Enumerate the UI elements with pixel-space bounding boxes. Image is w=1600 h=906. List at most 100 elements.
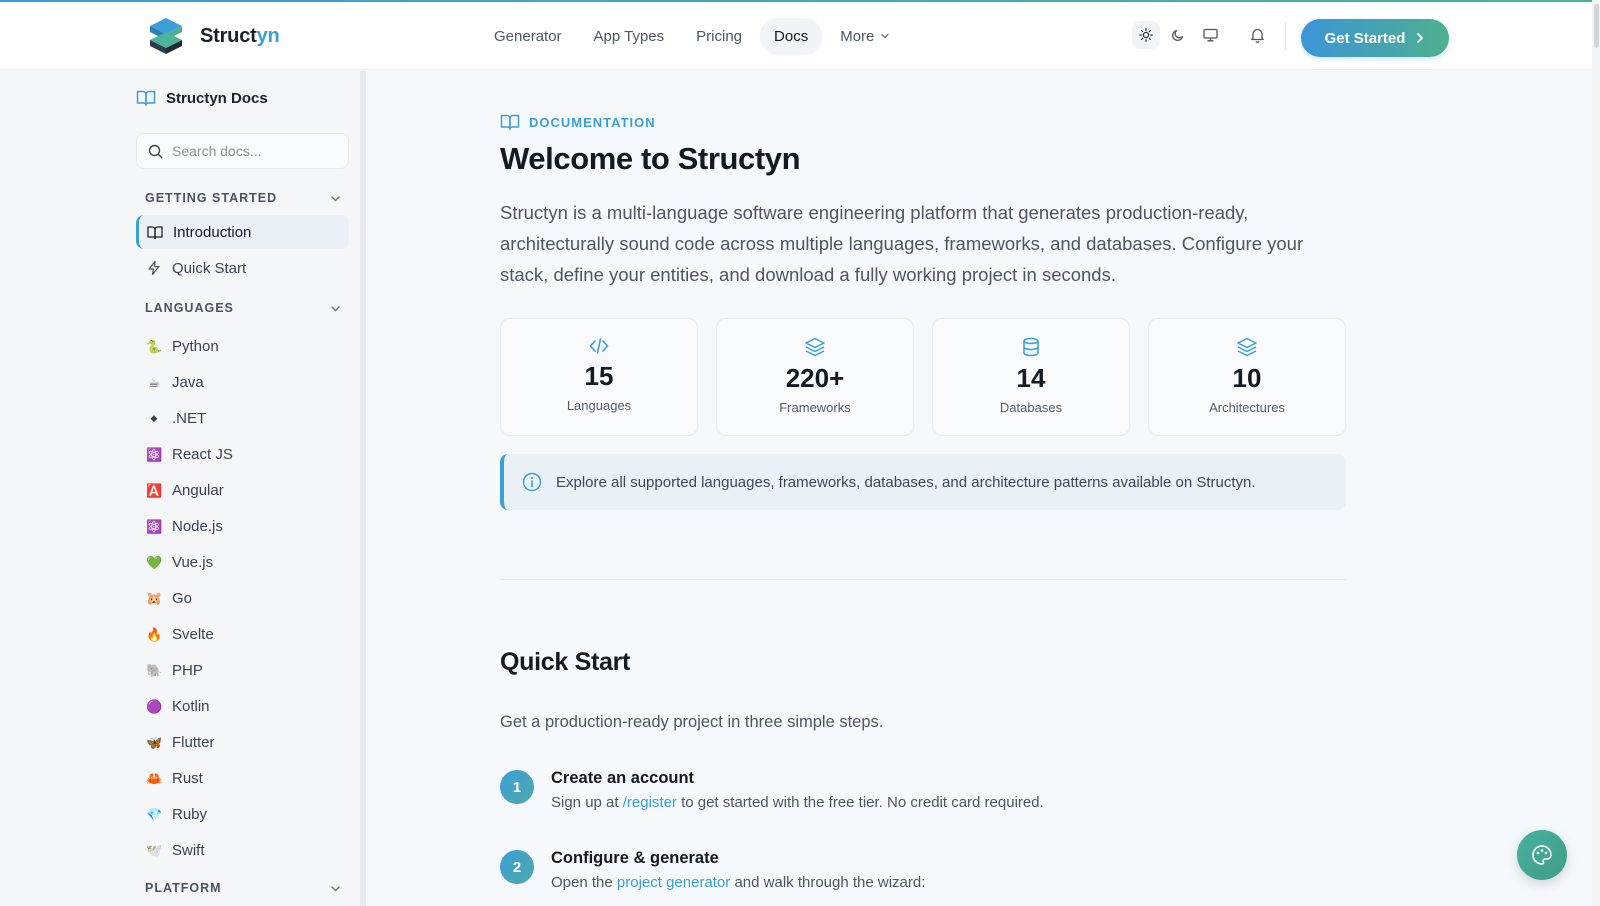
nav-more-dropdown[interactable]: More	[826, 18, 904, 54]
theme-palette-button[interactable]	[1517, 830, 1567, 880]
sidebar-item-vuejs[interactable]: 💚 Vue.js	[136, 545, 349, 579]
book-icon	[147, 225, 163, 239]
sidebar-item-introduction[interactable]: Introduction	[136, 215, 349, 249]
code-icon	[589, 338, 609, 354]
step-title: Create an account	[551, 769, 695, 787]
page-title: Welcome to Structyn	[500, 141, 801, 176]
bell-icon	[1250, 28, 1264, 43]
nav-app-types[interactable]: App Types	[580, 18, 679, 54]
page-eyebrow: DOCUMENTATION	[500, 113, 656, 131]
layers-icon	[1237, 337, 1257, 357]
book-open-icon	[136, 90, 156, 106]
system-theme-button[interactable]	[1196, 21, 1224, 49]
structyn-logo-icon	[150, 18, 182, 54]
sidebar-item-svelte[interactable]: 🔥 Svelte	[136, 617, 349, 651]
brand[interactable]: Structyn	[146, 16, 280, 56]
dotnet-icon: ◆	[150, 412, 158, 423]
nav-generator[interactable]: Generator	[480, 18, 576, 54]
rust-icon: 🦀	[146, 770, 163, 786]
theme-switcher	[1132, 21, 1224, 49]
step-number-badge: 2	[500, 850, 534, 884]
stats-grid: 15 Languages 220+ Frameworks 14 Database…	[500, 318, 1346, 436]
section-getting-started[interactable]: GETTING STARTED	[145, 191, 341, 205]
sidebar-item-java[interactable]: ☕ Java	[136, 365, 349, 399]
docs-content: DOCUMENTATION Welcome to Structyn Struct…	[366, 71, 1592, 906]
notifications-button[interactable]	[1243, 21, 1271, 49]
top-navbar: Structyn Generator App Types Pricing Doc…	[0, 2, 1592, 70]
java-icon: ☕	[148, 374, 160, 390]
page-scrollbar-thumb[interactable]	[1594, 4, 1599, 48]
get-started-button[interactable]: Get Started	[1301, 19, 1449, 57]
quick-start-subtitle: Get a production-ready project in three …	[500, 713, 884, 731]
go-icon: 🐹	[146, 590, 163, 606]
stat-card-frameworks: 220+ Frameworks	[716, 318, 914, 436]
python-icon: 🐍	[146, 338, 163, 354]
navbar-divider	[1285, 22, 1286, 50]
ruby-icon: 💎	[146, 806, 163, 822]
info-callout: Explore all supported languages, framewo…	[500, 454, 1346, 510]
sidebar-item-ruby[interactable]: 💎 Ruby	[136, 797, 349, 831]
sidebar-item-python[interactable]: 🐍 Python	[136, 329, 349, 363]
chevron-right-icon	[1417, 33, 1424, 43]
page-lead: Structyn is a multi-language software en…	[500, 202, 1304, 285]
docs-search-input[interactable]	[172, 143, 342, 159]
quick-start-heading: Quick Start	[500, 648, 631, 676]
step-2: 2 Configure & generate Open the project …	[500, 849, 925, 891]
sidebar-item-rust[interactable]: 🦀 Rust	[136, 761, 349, 795]
stat-card-databases: 14 Databases	[932, 318, 1130, 436]
step-title: Configure & generate	[551, 849, 719, 867]
svelte-icon: 🔥	[146, 626, 163, 642]
search-icon	[148, 144, 163, 159]
sidebar-header[interactable]: Structyn Docs	[136, 89, 268, 107]
book-open-icon	[500, 114, 520, 130]
lightning-icon	[148, 260, 160, 276]
section-divider	[500, 579, 1346, 580]
chevron-down-icon	[331, 305, 340, 311]
sidebar-item-nodejs[interactable]: ⚛️ Node.js	[136, 509, 349, 543]
vue-icon: 💚	[146, 554, 163, 570]
sidebar-item-quick-start[interactable]: Quick Start	[136, 251, 349, 285]
angular-icon: 🅰️	[146, 482, 163, 498]
register-link[interactable]: /register	[623, 794, 677, 811]
step-description: Sign up at /register to get started with…	[551, 794, 1044, 811]
main-nav: Generator App Types Pricing Docs More	[480, 18, 904, 54]
docs-search-field[interactable]	[136, 133, 349, 169]
layers-icon	[805, 337, 825, 357]
swift-icon: 🕊️	[146, 842, 163, 858]
sidebar-item-react-js[interactable]: ⚛️ React JS	[136, 437, 349, 471]
sidebar-item-angular[interactable]: 🅰️ Angular	[136, 473, 349, 507]
project-generator-link[interactable]: project generator	[617, 874, 730, 891]
stat-card-architectures: 10 Architectures	[1148, 318, 1346, 436]
info-icon	[522, 472, 542, 492]
sidebar-item-flutter[interactable]: 🦋 Flutter	[136, 725, 349, 759]
section-languages[interactable]: LANGUAGES	[145, 301, 341, 315]
page-scrollbar[interactable]	[1592, 0, 1600, 906]
nav-docs[interactable]: Docs	[760, 18, 823, 54]
sidebar-item-dotnet[interactable]: ◆ .NET	[136, 401, 349, 435]
chevron-down-icon	[881, 33, 890, 39]
nav-pricing[interactable]: Pricing	[682, 18, 756, 54]
step-1: 1 Create an account Sign up at /register…	[500, 769, 1044, 811]
sidebar-item-kotlin[interactable]: 🟣 Kotlin	[136, 689, 349, 723]
sidebar-item-go[interactable]: 🐹 Go	[136, 581, 349, 615]
light-theme-button[interactable]	[1132, 21, 1160, 49]
chevron-down-icon	[331, 195, 340, 201]
palette-icon	[1532, 845, 1552, 865]
stat-card-languages: 15 Languages	[500, 318, 698, 436]
step-number-badge: 1	[500, 770, 534, 804]
chevron-down-icon	[331, 885, 340, 891]
flutter-icon: 🦋	[146, 734, 163, 750]
sun-icon	[1139, 28, 1153, 42]
sidebar-item-swift[interactable]: 🕊️ Swift	[136, 833, 349, 867]
kotlin-icon: 🟣	[146, 698, 163, 714]
database-icon	[1023, 337, 1039, 357]
nodejs-icon: ⚛️	[146, 518, 163, 534]
monitor-icon	[1202, 28, 1218, 42]
sidebar-title: Structyn Docs	[166, 89, 268, 107]
react-icon: ⚛️	[146, 446, 163, 462]
php-icon: 🐘	[146, 662, 163, 678]
docs-sidebar: Structyn Docs GETTING STARTED Introducti…	[0, 71, 366, 906]
section-platform[interactable]: PLATFORM	[145, 881, 341, 895]
sidebar-item-php[interactable]: 🐘 PHP	[136, 653, 349, 687]
dark-theme-button[interactable]	[1164, 21, 1192, 49]
